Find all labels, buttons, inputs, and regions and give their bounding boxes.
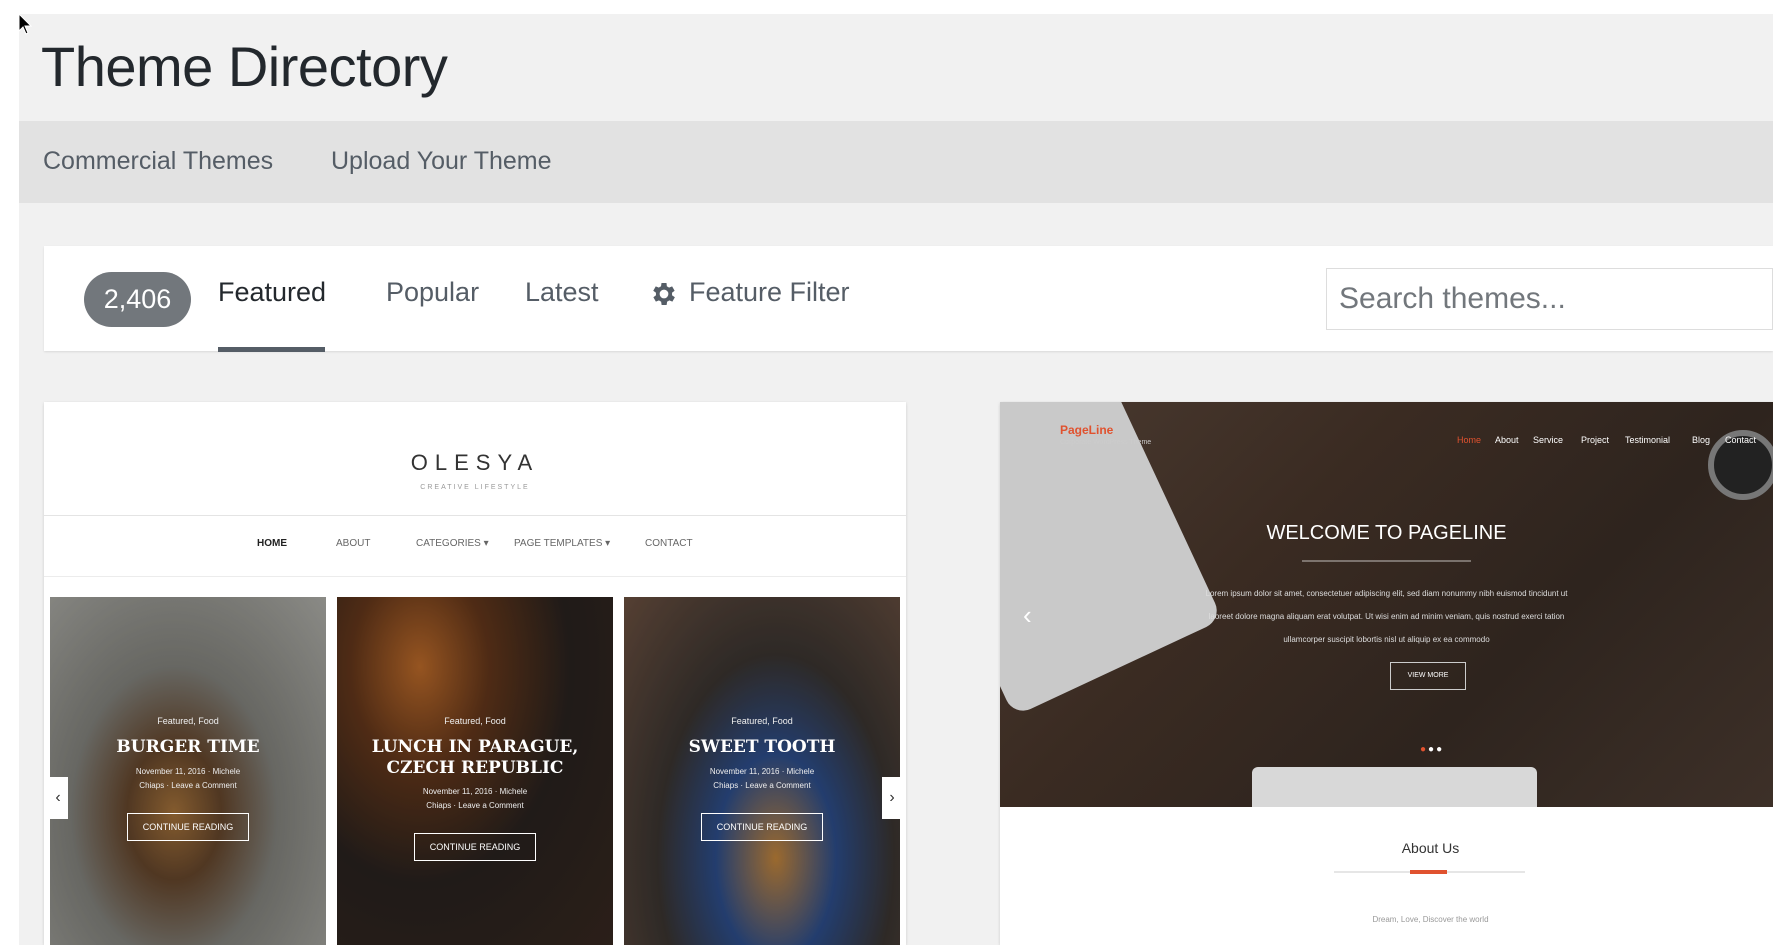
post-meta: November 11, 2016 · Michele [135, 767, 241, 776]
chevron-left-icon: ‹ [1023, 600, 1032, 630]
active-tab-indicator [218, 347, 325, 352]
post-meta: November 11, 2016 · Michele [709, 767, 815, 776]
page: Theme Directory Commercial Themes Upload… [0, 0, 1773, 945]
preview-nav-item: HOME [257, 538, 287, 549]
post-meta: Chiaps · Leave a Comment [139, 781, 237, 790]
post-meta: Chiaps · Leave a Comment [713, 781, 811, 790]
accent-bar [1410, 870, 1447, 874]
theme-preview-hero: PageLine Corporate WordPress Theme Home … [1000, 402, 1773, 807]
theme-logo: OLESYA [410, 450, 540, 475]
preview-nav-item: PAGE TEMPLATES ▾ [514, 538, 611, 549]
about-heading: About Us [1401, 840, 1460, 856]
post-tile-sweet-tooth: Featured, Food SWEET TOOTH November 11, … [624, 597, 900, 945]
tablet-graphic [1252, 767, 1537, 807]
preview-nav-item: Project [1581, 435, 1610, 445]
hero-heading: WELCOME TO PAGELINE [1266, 522, 1507, 544]
preview-nav-item: Testimonial [1625, 435, 1671, 445]
post-category: Featured, Food [157, 716, 219, 726]
page-header: Theme Directory [19, 14, 1773, 121]
preview-nav-item: Blog [1692, 435, 1711, 445]
preview-nav-item: CONTACT [645, 538, 693, 549]
continue-reading-button: CONTINUE READING [127, 813, 249, 841]
post-tile-burger: Featured, Food BURGER TIME November 11, … [50, 597, 326, 945]
preview-nav-item: About [1495, 435, 1519, 445]
continue-reading-button: CONTINUE READING [701, 813, 823, 841]
preview-nav-item: ABOUT [336, 538, 371, 549]
post-meta: November 11, 2016 · Michele [422, 787, 528, 796]
post-tile-lunch: Featured, Food LUNCH IN PARAGUE, CZECH R… [337, 597, 613, 945]
theme-count-badge: 2,406 [84, 272, 191, 327]
theme-card-olesya[interactable]: OLESYA CREATIVE LIFESTYLE HOME ABOUT CAT… [44, 402, 906, 945]
divider [44, 515, 906, 516]
preview-nav-item: Home [1457, 435, 1482, 445]
tab-popular[interactable]: Popular [386, 277, 479, 308]
upload-theme-link[interactable]: Upload Your Theme [331, 147, 552, 176]
continue-reading-button: CONTINUE READING [414, 833, 536, 861]
theme-card-pageline[interactable]: PageLine Corporate WordPress Theme Home … [1000, 402, 1773, 945]
post-title: BURGER TIME [116, 737, 260, 757]
feature-filter-label: Feature Filter [689, 277, 850, 307]
preview-nav-item: Service [1533, 435, 1564, 445]
post-title: LUNCH IN PARAGUE, CZECH REPUBLIC [371, 737, 579, 778]
mouse-cursor-icon [18, 13, 33, 35]
chevron-right-icon: › [882, 777, 902, 819]
post-title: SWEET TOOTH [688, 737, 836, 757]
chevron-left-icon: ‹ [48, 777, 68, 819]
theme-tagline: CREATIVE LIFESTYLE [420, 484, 530, 491]
gear-icon [653, 283, 675, 305]
theme-brand-subtitle: Corporate WordPress Theme [1060, 439, 1152, 446]
theme-brand: PageLine [1060, 423, 1114, 437]
hero-text: Lorem ipsum dolor sit amet, consectetuer… [1205, 589, 1568, 644]
about-subtitle: Dream, Love, Discover the world [1372, 915, 1489, 924]
preview-nav-item: CATEGORIES ▾ [416, 538, 489, 549]
sub-navigation: Commercial Themes Upload Your Theme [19, 121, 1773, 203]
browser-content: Theme Directory Commercial Themes Upload… [19, 14, 1773, 945]
divider [44, 576, 906, 577]
post-meta: Chiaps · Leave a Comment [426, 801, 524, 810]
tab-featured[interactable]: Featured [218, 277, 326, 308]
slider-dots: ●●● [1420, 744, 1445, 755]
preview-nav-item: Contact [1725, 435, 1757, 445]
post-category: Featured, Food [444, 716, 506, 726]
divider [1302, 560, 1471, 562]
tab-latest[interactable]: Latest [525, 277, 599, 308]
laptop-graphic [1000, 402, 1223, 717]
theme-filter-bar: 2,406 Featured Popular Latest Feature Fi… [44, 246, 1773, 352]
page-title: Theme Directory [41, 35, 448, 98]
commercial-themes-link[interactable]: Commercial Themes [43, 147, 273, 176]
view-more-button: VIEW MORE [1390, 662, 1466, 690]
post-category: Featured, Food [731, 716, 793, 726]
search-themes-input[interactable] [1326, 268, 1773, 330]
